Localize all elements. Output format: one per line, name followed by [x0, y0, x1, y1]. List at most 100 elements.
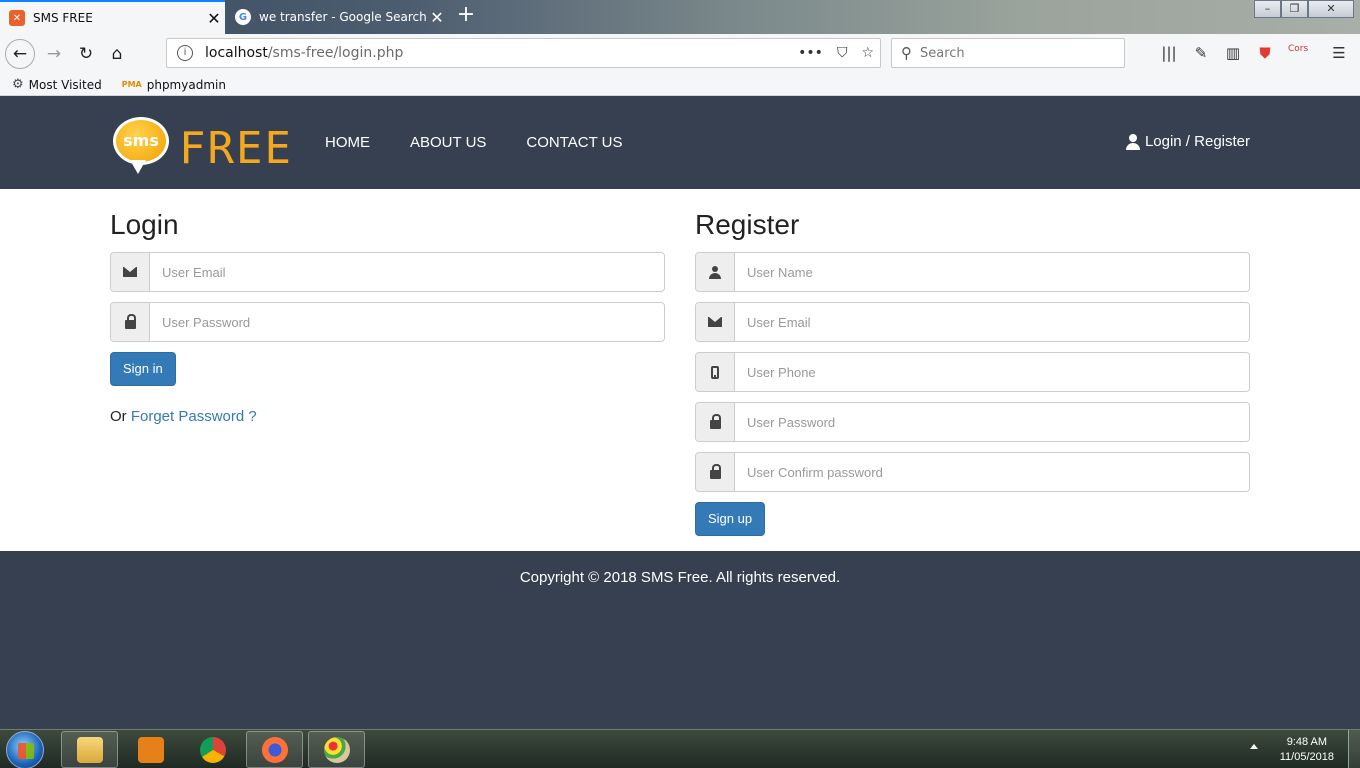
tab-google-search[interactable]: G we transfer - Google Search ✕: [226, 0, 448, 34]
chrome-icon: [199, 736, 226, 763]
register-title: Register: [695, 209, 800, 240]
clock-time: 9:48 AM: [1286, 736, 1328, 748]
sidebar-icon[interactable]: ▥: [1224, 44, 1242, 62]
back-icon[interactable]: ←: [5, 39, 35, 69]
menu-icon[interactable]: ☰: [1330, 44, 1348, 62]
browser-nav-bar: ← → ↻ ⌂ i localhost/sms-free/login.php •…: [0, 34, 1360, 74]
register-phone-input[interactable]: [735, 353, 1249, 391]
bookmark-most-visited[interactable]: ⚙ Most Visited: [12, 77, 102, 92]
tab-title: SMS FREE: [33, 11, 93, 25]
taskbar-firefox[interactable]: [246, 731, 303, 768]
nav-home[interactable]: HOME: [325, 134, 370, 151]
taskbar-sublime-text[interactable]: [122, 731, 179, 768]
phpmyadmin-icon: PMA: [121, 80, 142, 89]
login-password-field: [110, 302, 665, 342]
url-bar[interactable]: i localhost/sms-free/login.php ••• ⛉ ☆: [166, 38, 881, 68]
lock-icon: [709, 463, 721, 479]
url-path: /sms-free/login.php: [267, 45, 404, 61]
register-confirm-input[interactable]: [735, 453, 1249, 491]
user-icon: [709, 265, 721, 279]
eyedropper-icon[interactable]: ✎: [1192, 44, 1210, 62]
minimize-icon[interactable]: –: [1254, 0, 1281, 18]
site-info-icon[interactable]: i: [177, 45, 193, 61]
restore-icon[interactable]: ❐: [1281, 0, 1308, 18]
copyright-text: Copyright © 2018 SMS Free. All rights re…: [519, 569, 841, 586]
forgot-password-row: Or Forget Password ?: [110, 408, 665, 425]
sign-in-button[interactable]: Sign in: [110, 352, 176, 386]
register-name-input[interactable]: [735, 253, 1249, 291]
forgot-prefix: Or: [110, 408, 127, 425]
window-controls: – ❐ ✕: [1254, 0, 1354, 18]
url-host: localhost: [205, 45, 268, 61]
site-logo[interactable]: sms FREE: [113, 107, 293, 174]
system-clock[interactable]: 9:48 AM 11/05/2018: [1280, 735, 1334, 765]
taskbar-chrome[interactable]: [184, 731, 241, 768]
windows-taskbar: 9:48 AM 11/05/2018: [0, 729, 1360, 768]
login-email-input[interactable]: [150, 253, 664, 291]
file-explorer-icon: [76, 736, 103, 763]
close-window-icon[interactable]: ✕: [1308, 0, 1354, 18]
google-favicon-icon: G: [235, 9, 251, 25]
site-header: sms FREE HOME ABOUT US CONTACT US Login …: [0, 97, 1360, 189]
tab-close-icon[interactable]: ✕: [203, 9, 225, 28]
register-phone-field: [695, 352, 1250, 392]
xampp-favicon-icon: ✕: [9, 10, 25, 26]
browser-tab-bar: ✕ SMS FREE ✕ G we transfer - Google Sear…: [0, 0, 1360, 34]
search-icon: ⚲: [901, 44, 912, 62]
login-email-field: [110, 252, 665, 292]
paint-icon: [323, 736, 350, 763]
register-email-input[interactable]: [735, 303, 1249, 341]
tab-sms-free[interactable]: ✕ SMS FREE ✕: [0, 0, 225, 34]
show-hidden-icons-icon[interactable]: [1250, 744, 1258, 749]
envelope-icon: [123, 267, 137, 277]
lock-icon: [709, 413, 721, 429]
sign-up-button[interactable]: Sign up: [695, 502, 766, 536]
start-button[interactable]: [6, 731, 44, 768]
toolbar-icons: ||| ✎ ▥ ⛊ Cors ☰: [1160, 44, 1348, 62]
envelope-icon: [708, 317, 722, 327]
clock-date: 11/05/2018: [1279, 751, 1334, 763]
tab-close-icon[interactable]: ✕: [426, 8, 448, 27]
password-addon: [696, 403, 735, 441]
nav-contact-us[interactable]: CONTACT US: [526, 134, 622, 151]
bookmark-phpmyadmin[interactable]: PMA phpmyadmin: [122, 78, 226, 92]
register-email-field: [695, 302, 1250, 342]
login-title: Login: [110, 209, 179, 240]
page-actions-icon[interactable]: •••: [798, 45, 823, 61]
taskbar-paint[interactable]: [308, 731, 365, 768]
main-nav: HOME ABOUT US CONTACT US: [325, 134, 623, 151]
tab-title: we transfer - Google Search: [259, 10, 426, 24]
library-icon[interactable]: |||: [1160, 44, 1178, 62]
sublime-text-icon: [137, 736, 164, 763]
email-addon: [696, 303, 735, 341]
site-footer: Copyright © 2018 SMS Free. All rights re…: [0, 551, 1360, 729]
firefox-icon: [261, 736, 288, 763]
search-placeholder: Search: [920, 45, 965, 61]
email-addon: [111, 253, 150, 291]
mobile-phone-icon: [711, 365, 719, 379]
bookmark-label: phpmyadmin: [146, 77, 226, 92]
reload-icon[interactable]: ↻: [72, 40, 100, 68]
bookmark-star-icon[interactable]: ☆: [861, 45, 874, 61]
register-password-input[interactable]: [735, 403, 1249, 441]
search-bar[interactable]: ⚲ Search: [891, 38, 1125, 68]
forward-icon[interactable]: →: [40, 40, 68, 68]
lock-icon: [124, 313, 136, 329]
shield-icon[interactable]: ⛊: [1256, 44, 1274, 62]
cors-extension-icon[interactable]: Cors: [1288, 44, 1308, 62]
nav-about-us[interactable]: ABOUT US: [410, 134, 486, 151]
home-icon[interactable]: ⌂: [103, 40, 131, 68]
login-password-input[interactable]: [150, 303, 664, 341]
user-icon: [1125, 133, 1140, 150]
logo-speech-bubble-icon: sms: [113, 116, 169, 174]
pocket-icon[interactable]: ⛉: [837, 45, 848, 61]
login-panel: Login Sign in Or Forget Password ?: [110, 189, 665, 425]
show-desktop-button[interactable]: [1348, 730, 1360, 768]
register-panel: Register Sign up: [695, 189, 1250, 536]
bookmarks-bar: ⚙ Most Visited PMA phpmyadmin: [0, 74, 1360, 96]
login-register-link[interactable]: Login / Register: [1125, 133, 1250, 150]
new-tab-icon[interactable]: +: [454, 4, 478, 28]
password-addon: [111, 303, 150, 341]
taskbar-file-explorer[interactable]: [61, 731, 118, 768]
forgot-password-link[interactable]: Forget Password ?: [131, 408, 257, 425]
